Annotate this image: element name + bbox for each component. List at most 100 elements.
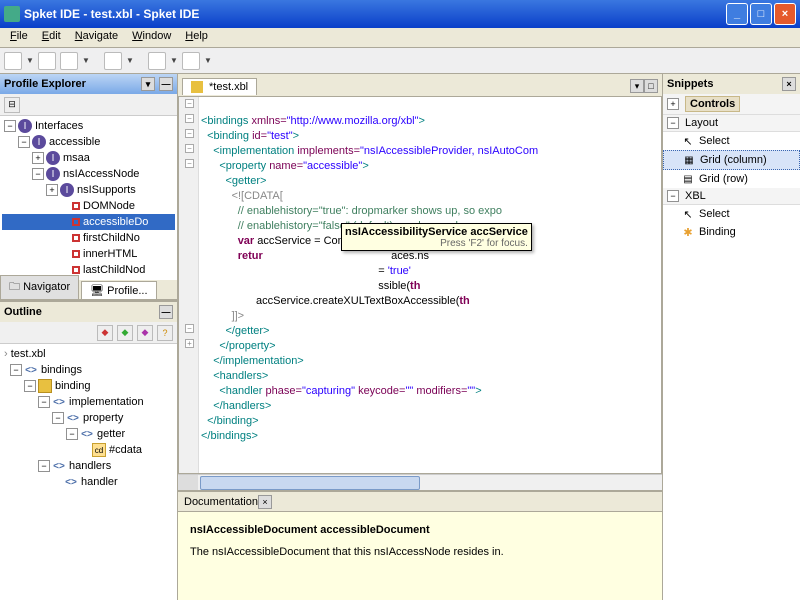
close-pane-icon[interactable]: × <box>782 77 796 91</box>
menu-file[interactable]: File <box>4 28 34 47</box>
forward-dropdown[interactable]: ▼ <box>204 52 212 70</box>
scrollbar-track[interactable] <box>198 475 662 490</box>
fold-icon[interactable]: − <box>185 159 194 168</box>
menu-help[interactable]: Help <box>179 28 214 47</box>
tree-innerHTML[interactable]: innerHTML <box>2 246 175 262</box>
back-dropdown[interactable]: ▼ <box>170 52 178 70</box>
snippet-grid-column[interactable]: ▦ Grid (column) <box>663 150 800 170</box>
editor-hscroll[interactable] <box>178 474 662 490</box>
fold-icon[interactable]: − <box>185 324 194 333</box>
tree-label: DOMNode <box>83 200 135 212</box>
filter-icon[interactable]: ◆ <box>137 325 153 341</box>
tree-firstChildNo[interactable]: firstChildNo <box>2 230 175 246</box>
code-editor[interactable]: − − − − − − + <bindings xmlns="http://ww… <box>178 96 662 474</box>
minimize-pane-icon[interactable]: — <box>159 305 173 319</box>
toolbar: ▼ ▼ ▼ ▼ ▼ <box>0 48 800 74</box>
snippet-grid-row[interactable]: ▤ Grid (row) <box>663 170 800 188</box>
new-dropdown[interactable]: ▼ <box>26 52 34 70</box>
element-icon: <> <box>66 411 80 425</box>
fold-icon[interactable]: + <box>185 339 194 348</box>
back-icon[interactable] <box>148 52 166 70</box>
toggle-icon[interactable]: + <box>667 98 679 110</box>
profile-tab[interactable]: 🖥 Profile... <box>81 281 156 299</box>
toggle-icon[interactable]: − <box>667 117 679 129</box>
tree-nsISupports[interactable]: + I nsISupports <box>2 182 175 198</box>
collapse-all-icon[interactable]: ⊟ <box>4 97 20 113</box>
pane-menu-icon[interactable]: ▾ <box>141 77 155 91</box>
scrollbar-thumb[interactable] <box>200 476 420 490</box>
outline-file[interactable]: › test.xbl <box>2 346 175 362</box>
close-pane-icon[interactable]: × <box>258 495 272 509</box>
snippets-controls-group[interactable]: + Controls <box>663 94 800 115</box>
forward-icon[interactable] <box>182 52 200 70</box>
navigator-tab[interactable]: 🗀 Navigator <box>0 275 79 299</box>
toggle-icon[interactable]: + <box>46 184 58 196</box>
tree-domNode[interactable]: DOMNode <box>2 198 175 214</box>
menu-window[interactable]: Window <box>126 28 177 47</box>
new-icon[interactable] <box>4 52 22 70</box>
toggle-icon[interactable]: − <box>38 396 50 408</box>
tree-label: nsISupports <box>77 184 136 196</box>
editor-menu-icon[interactable]: ▾ <box>630 79 644 93</box>
tree-interfaces[interactable]: − I Interfaces <box>2 118 175 134</box>
interface-icon: I <box>46 151 60 165</box>
fold-icon[interactable]: − <box>185 129 194 138</box>
snippets-header: Snippets × <box>663 74 800 94</box>
open-dropdown[interactable]: ▼ <box>82 52 90 70</box>
menu-edit[interactable]: Edit <box>36 28 67 47</box>
maximize-button[interactable]: □ <box>750 3 772 25</box>
code-tooltip: nsIAccessibilityService accService Press… <box>341 223 532 251</box>
search-dropdown[interactable]: ▼ <box>126 52 134 70</box>
tree-msaa[interactable]: + I msaa <box>2 150 175 166</box>
toggle-icon[interactable]: − <box>24 380 36 392</box>
search-icon[interactable] <box>104 52 122 70</box>
fold-icon[interactable]: − <box>185 144 194 153</box>
editor-tab[interactable]: *test.xbl <box>182 78 257 95</box>
toggle-icon[interactable]: − <box>52 412 64 424</box>
code-content[interactable]: <bindings xmlns="http://www.mozilla.org/… <box>201 97 661 446</box>
snippets-layout-group[interactable]: − Layout <box>663 115 800 132</box>
toggle-icon[interactable]: − <box>4 120 16 132</box>
minimize-button[interactable]: _ <box>726 3 748 25</box>
fold-icon[interactable]: − <box>185 99 194 108</box>
tree-nsiAccessNode[interactable]: − I nsIAccessNode <box>2 166 175 182</box>
tree-label: lastChildNod <box>83 264 145 276</box>
cursor-icon: ↖ <box>681 207 695 221</box>
toggle-icon[interactable]: − <box>18 136 30 148</box>
tree-label: nsIAccessNode <box>63 168 139 180</box>
save-icon[interactable] <box>38 52 56 70</box>
toggle-icon[interactable]: − <box>66 428 78 440</box>
maximize-editor-icon[interactable]: □ <box>644 79 658 93</box>
toggle-icon[interactable]: + <box>32 152 44 164</box>
tree-accessibleDo[interactable]: accessibleDo <box>2 214 175 230</box>
minimize-pane-icon[interactable]: — <box>159 77 173 91</box>
outline-handlers[interactable]: − <> handlers <box>2 458 175 474</box>
filter-icon[interactable]: ◆ <box>117 325 133 341</box>
outline-tree[interactable]: › test.xbl − <> bindings − binding − <> … <box>0 344 177 600</box>
close-button[interactable]: × <box>774 3 796 25</box>
interfaces-tree[interactable]: − I Interfaces − I accessible + I msaa −… <box>0 116 177 280</box>
toggle-icon[interactable]: − <box>32 168 44 180</box>
filter-icon[interactable]: ◆ <box>97 325 113 341</box>
filter-icon[interactable]: ? <box>157 325 173 341</box>
snippet-binding[interactable]: ✱ Binding <box>663 223 800 241</box>
outline-property[interactable]: − <> property <box>2 410 175 426</box>
interface-icon: I <box>18 119 32 133</box>
snippets-tree[interactable]: + Controls − Layout ↖ Select ▦ Grid (col… <box>663 94 800 600</box>
outline-getter[interactable]: − <> getter <box>2 426 175 442</box>
snippet-select[interactable]: ↖ Select <box>663 132 800 150</box>
toggle-icon[interactable]: − <box>667 190 679 202</box>
outline-cdata[interactable]: cd #cdata <box>2 442 175 458</box>
toggle-icon[interactable]: − <box>10 364 22 376</box>
outline-implementation[interactable]: − <> implementation <box>2 394 175 410</box>
snippets-xbl-group[interactable]: − XBL <box>663 188 800 205</box>
menu-navigate[interactable]: Navigate <box>69 28 124 47</box>
outline-binding[interactable]: − binding <box>2 378 175 394</box>
outline-bindings[interactable]: − <> bindings <box>2 362 175 378</box>
outline-handler[interactable]: <> handler <box>2 474 175 490</box>
open-icon[interactable] <box>60 52 78 70</box>
toggle-icon[interactable]: − <box>38 460 50 472</box>
snippet-select-xbl[interactable]: ↖ Select <box>663 205 800 223</box>
fold-icon[interactable]: − <box>185 114 194 123</box>
tree-accessible[interactable]: − I accessible <box>2 134 175 150</box>
